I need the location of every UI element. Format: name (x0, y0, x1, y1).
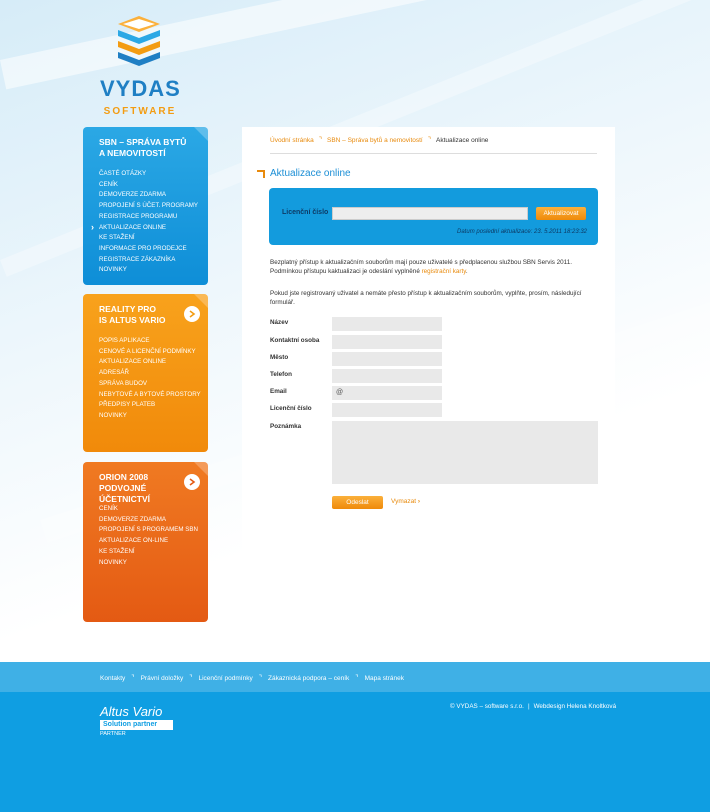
breadcrumb-sep-icon: ⌝ (318, 137, 322, 144)
sidebar-orion: ORION 2008 PODVOJNÉ ÚČETNICTVÍ CENÍK DEMO… (83, 462, 208, 622)
sidebar-sbn-list: ČASTÉ OTÁZKY CENÍK DEMOVERZE ZDARMA PROPOJE… (91, 169, 198, 276)
last-update-text: Datum poslední aktualizace: 23. 5.2011 1… (457, 229, 587, 235)
intro-paragraph-1: Bezplatný přístup k aktualizačním soubor… (270, 259, 572, 276)
form-row-city: Město (270, 352, 600, 366)
sidebar-item[interactable]: ČASTÉ OTÁZKY (99, 169, 198, 180)
footer-sep-icon: ⌝ (355, 675, 359, 682)
logo-name: VYDAS (100, 76, 181, 101)
sidebar-item[interactable]: CENÍK (99, 180, 198, 191)
footer-sep-icon: ⌝ (258, 675, 262, 682)
license-number-input[interactable] (332, 403, 442, 417)
cube-logo-icon (118, 16, 160, 66)
footer-sep-icon: ⌝ (131, 675, 135, 682)
contact-input[interactable] (332, 335, 442, 349)
form-row-phone: Telefon (270, 369, 600, 383)
arrow-right-icon[interactable] (184, 306, 200, 322)
sidebar-sbn: SBN – SPRÁVA BYTŮ A NEMOVITOSTÍ ČASTÉ OT… (83, 127, 208, 285)
sidebar-orion-list: CENÍK DEMOVERZE ZDARMA PROPOJENÍ S PROGRAM… (99, 504, 198, 568)
sidebar-reality: REALITY PRO IS ALTUS VARIO POPIS APLIKAC… (83, 294, 208, 452)
sidebar-item[interactable]: PŘEDPISY PLATEB (99, 400, 201, 411)
send-button[interactable]: Odeslat (332, 496, 383, 509)
city-input[interactable] (332, 352, 442, 366)
sidebar-item[interactable]: NEBYTOVÉ A BYTOVÉ PROSTORY (99, 390, 201, 401)
sidebar-item[interactable]: AKTUALIZACE ONLINE (99, 357, 201, 368)
sidebar-item[interactable]: AKTUALIZACE ONLINE (91, 222, 198, 234)
footer-link-legal[interactable]: Právní doložky (141, 675, 184, 682)
sidebar-item[interactable]: ADRESÁŘ (99, 368, 201, 379)
form-row-license: Licenční číslo (270, 403, 600, 417)
sidebar-item[interactable]: CENOVÉ A LICENČNÍ PODMÍNKY (99, 347, 201, 358)
license-input[interactable] (332, 207, 528, 220)
sidebar-item[interactable]: NOVINKY (99, 558, 198, 569)
sidebar-item[interactable]: PROPOJENÍ S ÚČET. PROGRAMY (99, 201, 198, 212)
footer-link-sitemap[interactable]: Mapa stránek (365, 675, 404, 682)
footer-links: Kontakty ⌝ Právní doložky ⌝ Licenční podmínk… (100, 674, 404, 682)
registration-card-link[interactable]: registrační karty (422, 268, 466, 275)
sidebar-item[interactable]: REGISTRACE ZÁKAZNÍKA (99, 255, 198, 266)
altus-vario-logo[interactable]: Altus Vario Solution partner (100, 704, 173, 730)
form-row-name: Název (270, 317, 600, 331)
chevron-right-icon: › (417, 498, 421, 505)
email-input[interactable]: @ (332, 386, 442, 400)
sidebar-item[interactable]: DEMOVERZE ZDARMA (99, 515, 198, 526)
main-content: Úvodní stránka ⌝ SBN – Správa bytů a nemov… (242, 127, 615, 662)
sidebar-item[interactable]: CENÍK (99, 504, 198, 515)
sidebar-sbn-title[interactable]: SBN – SPRÁVA BYTŮ A NEMOVITOSTÍ (83, 127, 208, 159)
breadcrumb-home[interactable]: Úvodní stránka (270, 137, 314, 144)
footer-link-license[interactable]: Licenční podmínky (199, 675, 253, 682)
license-label: Licenční číslo (282, 209, 329, 216)
divider (270, 153, 597, 154)
arrow-right-icon[interactable] (184, 474, 200, 490)
sidebar-item[interactable]: POPIS APLIKACE (99, 336, 201, 347)
sidebar-item[interactable]: KE STAŽENÍ (99, 547, 198, 558)
clear-link[interactable]: Vymazat › (391, 498, 420, 505)
webdesign-link[interactable]: Webdesign Helena Knoltková (534, 703, 617, 710)
phone-input[interactable] (332, 369, 442, 383)
sidebar-item[interactable]: REGISTRACE PROGRAMU (99, 212, 198, 223)
sidebar-item[interactable]: KE STAŽENÍ (99, 233, 198, 244)
footer-link-contacts[interactable]: Kontakty (100, 675, 125, 682)
copyright: © VYDAS – software s.r.o. | Webdesign Hele… (450, 703, 617, 710)
sidebar-reality-list: POPIS APLIKACE CENOVÉ A LICENČNÍ PODMÍNKY… (99, 336, 201, 422)
note-textarea[interactable] (332, 421, 598, 484)
breadcrumb-current: Aktualizace online (436, 137, 489, 144)
footer-link-support[interactable]: Zákaznická podpora – ceník (268, 675, 349, 682)
intro-paragraph-2: Pokud jste registrovaný uživatel a nemát… (270, 290, 582, 307)
sidebar-item[interactable]: NOVINKY (99, 265, 198, 276)
sidebar-item[interactable]: NOVINKY (99, 411, 201, 422)
page-title: Aktualizace online (270, 168, 351, 179)
logo-sub: SOFTWARE (103, 106, 177, 117)
partner-label: PARTNER (100, 731, 126, 737)
sidebar-item[interactable]: PROPOJENÍ S PROGRAMEM SBN (99, 525, 198, 536)
breadcrumb-sbn[interactable]: SBN – Správa bytů a nemovitostí (327, 137, 423, 144)
update-button[interactable]: Aktualizovat (536, 207, 586, 220)
name-input[interactable] (332, 317, 442, 331)
footer-sep-icon: ⌝ (189, 675, 193, 682)
breadcrumb-sep-icon: ⌝ (427, 137, 432, 144)
form-row-contact: Kontaktní osoba (270, 335, 600, 349)
license-box: Licenční číslo Aktualizovat Datum posled… (269, 188, 598, 245)
sidebar-item[interactable]: AKTUALIZACE ON-LINE (99, 536, 198, 547)
breadcrumb: Úvodní stránka ⌝ SBN – Správa bytů a nemov… (270, 136, 488, 144)
sidebar-item[interactable]: SPRÁVA BUDOV (99, 379, 201, 390)
form-row-email: Email @ (270, 386, 600, 400)
sidebar-item[interactable]: DEMOVERZE ZDARMA (99, 190, 198, 201)
sidebar-item[interactable]: INFORMACE PRO PRODEJCE (99, 244, 198, 255)
corner-bracket-icon (257, 170, 265, 178)
